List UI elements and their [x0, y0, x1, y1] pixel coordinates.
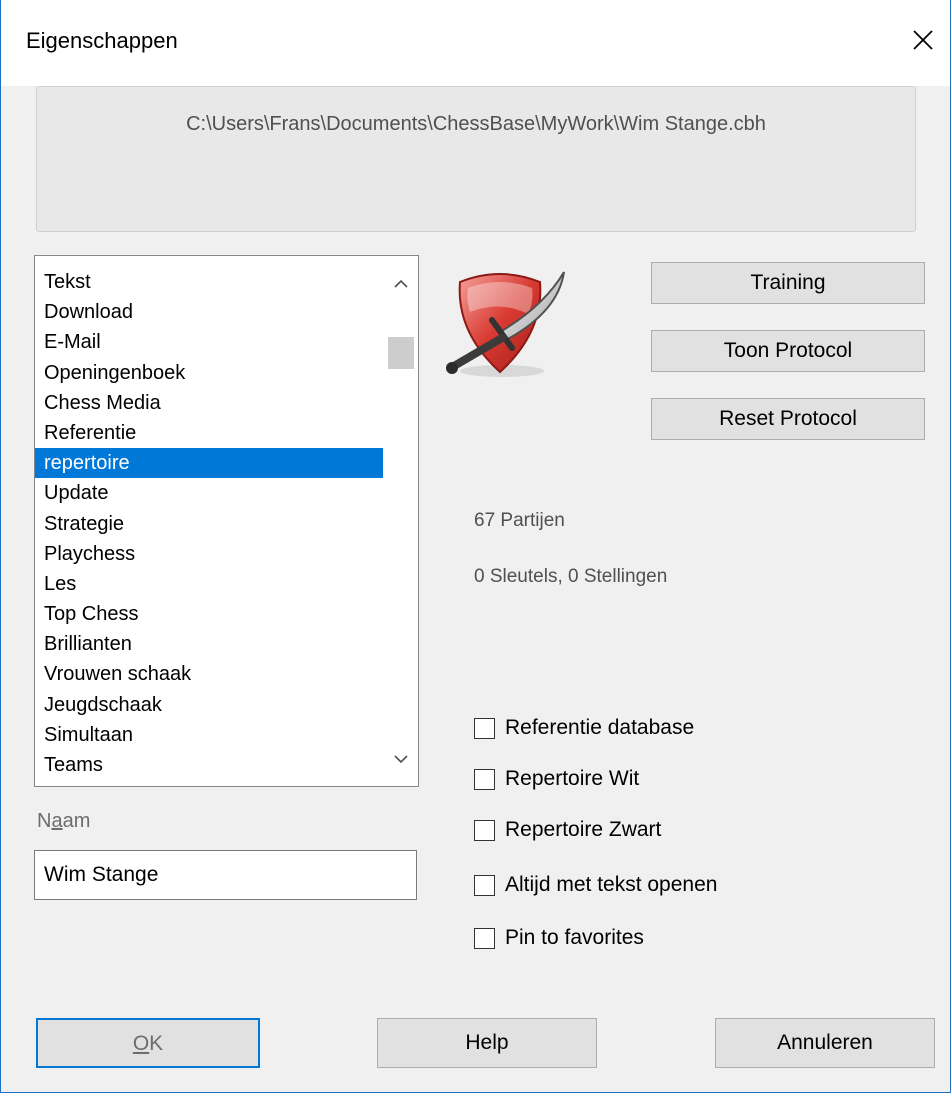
scroll-up-button[interactable]	[384, 266, 418, 300]
training-button[interactable]: Training	[651, 262, 925, 304]
checkbox-reference-database[interactable]: Referentie database	[474, 713, 694, 743]
database-path: C:\Users\Frans\Documents\ChessBase\MyWor…	[186, 113, 766, 135]
show-protocol-button[interactable]: Toon Protocol	[651, 330, 925, 372]
checkbox-repertoire-white[interactable]: Repertoire Wit	[474, 764, 639, 794]
reset-protocol-button[interactable]: Reset Protocol	[651, 398, 925, 440]
name-label: Naam	[37, 810, 91, 832]
ok-button[interactable]: OK	[36, 1018, 260, 1068]
list-item[interactable]: Les	[35, 569, 383, 599]
checkbox[interactable]	[474, 927, 495, 949]
icon-type-listbox[interactable]: Tekst Download E-Mail Openingenboek Ches…	[34, 255, 419, 787]
scroll-down-button[interactable]	[384, 742, 418, 776]
chevron-down-icon	[394, 754, 408, 763]
list-item[interactable]: Chess Media	[35, 388, 383, 418]
shield-sword-icon	[446, 271, 565, 377]
list-item[interactable]: Teams	[35, 750, 383, 780]
checkbox-label: Altijd met tekst openen	[505, 873, 718, 896]
cancel-button[interactable]: Annuleren	[715, 1018, 935, 1068]
list-item[interactable]: Vrouwen schaak	[35, 659, 383, 689]
database-path-panel: C:\Users\Frans\Documents\ChessBase\MyWor…	[36, 86, 916, 232]
checkbox[interactable]	[474, 819, 495, 841]
list-item[interactable]: Referentie	[35, 418, 383, 448]
checkbox-repertoire-black[interactable]: Repertoire Zwart	[474, 815, 661, 845]
list-item[interactable]: Jeugdschaak	[35, 690, 383, 720]
window-title: Eigenschappen	[26, 28, 178, 53]
list-item[interactable]: Openingenboek	[35, 358, 383, 388]
checkbox[interactable]	[474, 768, 495, 790]
list-item[interactable]: Download	[35, 297, 383, 327]
checkbox-label: Pin to favorites	[505, 926, 644, 949]
list-item[interactable]: Tekst	[35, 267, 383, 297]
close-icon	[913, 30, 933, 50]
list-item[interactable]: Top Chess	[35, 599, 383, 629]
help-button[interactable]: Help	[377, 1018, 597, 1068]
games-count: 67 Partijen	[474, 510, 565, 531]
checkbox-always-open-text[interactable]: Altijd met tekst openen	[474, 870, 717, 900]
scroll-thumb[interactable]	[388, 337, 414, 369]
list-item[interactable]: Update	[35, 478, 383, 508]
close-button[interactable]	[903, 20, 943, 60]
list-item[interactable]: Strategie	[35, 509, 383, 539]
checkbox[interactable]	[474, 717, 495, 739]
chevron-up-icon	[394, 279, 408, 288]
checkbox-label: Repertoire Wit	[505, 767, 640, 790]
list-item[interactable]: Brillianten	[35, 629, 383, 659]
keys-count: 0 Sleutels, 0 Stellingen	[474, 566, 668, 587]
checkbox-label: Repertoire Zwart	[505, 818, 662, 841]
name-input[interactable]	[34, 850, 417, 900]
title-bar: Eigenschappen	[0, 0, 951, 86]
list-item[interactable]: Playchess	[35, 539, 383, 569]
checkbox-pin-to-favorites[interactable]: Pin to favorites	[474, 923, 644, 953]
list-item[interactable]: Simultaan	[35, 720, 383, 750]
checkbox[interactable]	[474, 874, 495, 896]
list-item-selected[interactable]: repertoire	[35, 448, 383, 479]
list-scrollbar[interactable]	[384, 256, 418, 786]
list-item[interactable]: E-Mail	[35, 327, 383, 357]
checkbox-label: Referentie database	[505, 716, 695, 739]
